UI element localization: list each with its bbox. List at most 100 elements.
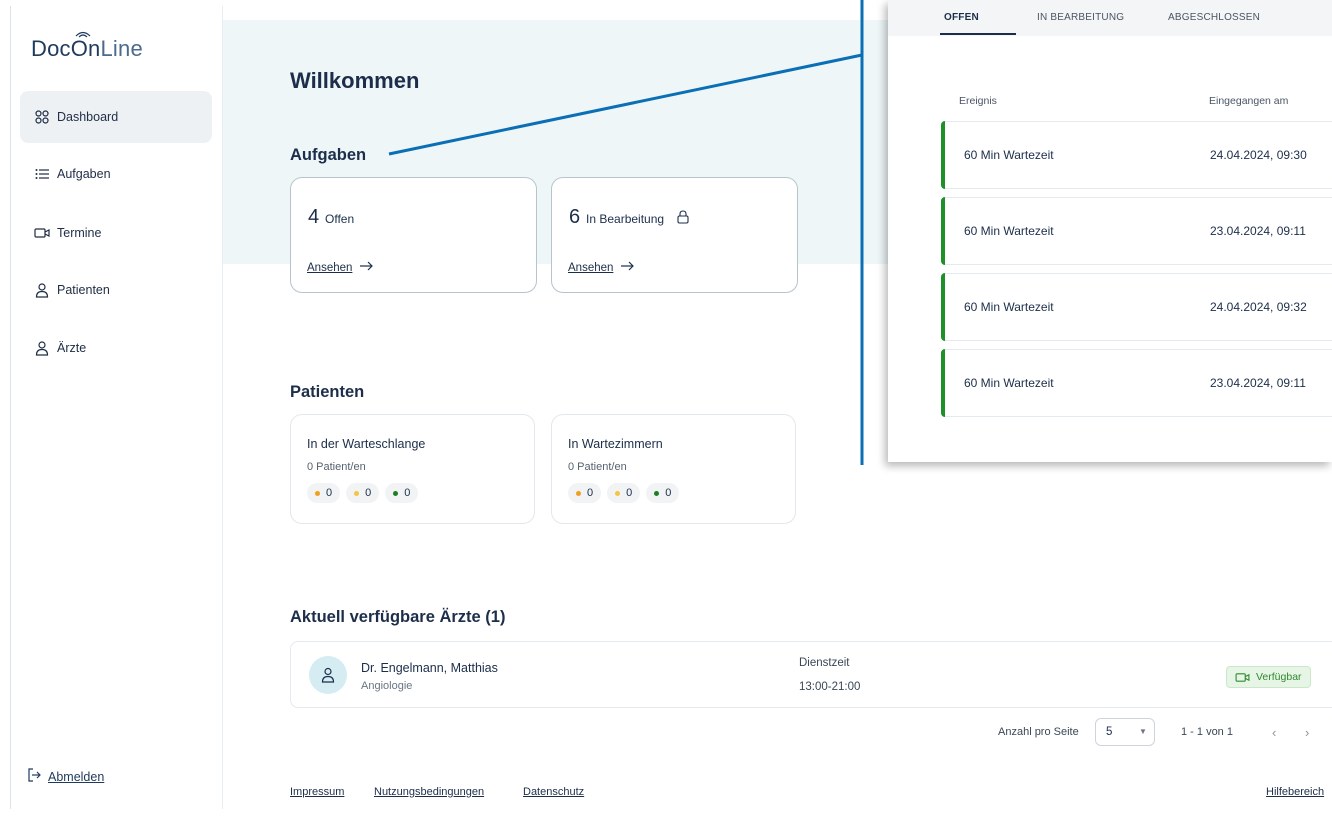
pill-count: 0 [365,487,372,499]
sidebar-item-label: Patienten [57,283,110,297]
footer-link-terms[interactable]: Nutzungsbedingungen [374,786,484,798]
overlay-tabs: OFFEN IN BEARBEITUNG ABGESCHLOSSEN [888,0,1332,36]
footer-link-privacy[interactable]: Datenschutz [523,786,584,798]
card-subtitle: 0 Patient/en [307,461,366,473]
received-cell: 24.04.2024, 09:30 [1210,148,1307,162]
status-dot [576,490,581,496]
sidebar-item-patienten[interactable]: Patienten [20,264,212,316]
task-label: In Bearbeitung [586,212,665,226]
active-tab-indicator [940,33,1016,35]
pill-count: 0 [404,487,411,499]
duty-time: 13:00-21:00 [799,681,861,693]
status-pill-green: 0 [646,483,680,503]
tasks-overlay-panel: OFFEN IN BEARBEITUNG ABGESCHLOSSEN Ereig… [888,0,1332,462]
sidebar-item-termine[interactable]: Termine [20,207,212,259]
person-icon [321,667,335,683]
footer-link-impressum[interactable]: Impressum [290,786,344,798]
page-title: Willkommen [290,68,420,93]
sidebar-item-label: Termine [57,226,102,240]
doctor-name: Dr. Engelmann, Matthias [361,661,498,675]
grid-icon [33,110,51,124]
status-indicator [941,197,945,265]
patients-heading: Patienten [290,383,365,401]
video-icon [1235,672,1250,683]
sidebar-item-aerzte[interactable]: Ärzte [20,322,212,374]
link-label: Ansehen [307,261,353,274]
logo-text-part2: Line [100,36,143,61]
wifi-icon [75,31,91,38]
prev-page-icon[interactable]: ‹ [1272,718,1276,746]
logo-text-part1: DocOn [31,36,101,61]
status-pills: 0 0 0 [568,483,680,503]
sidebar-item-dashboard[interactable]: Dashboard [20,91,212,143]
table-row[interactable]: 60 Min Wartezeit 24.04.2024, 09:30 [941,121,1332,189]
status-pill-green: 0 [385,483,419,503]
task-card-open[interactable]: 4 Offen Ansehen [290,177,537,293]
status-indicator [941,121,945,189]
doctor-specialty: Angiologie [361,680,413,692]
video-icon [33,227,51,239]
doctors-heading: Aktuell verfügbare Ärzte (1) [290,608,506,626]
logout-link[interactable]: Abmelden [27,768,104,785]
status-label: Verfügbar [1256,671,1302,683]
footer-link-help[interactable]: Hilfebereich [1266,786,1324,798]
sidebar: DocOnLine Dashboard Aufgaben Termine Pat… [10,6,223,809]
sidebar-item-label: Dashboard [57,110,119,124]
status-pill-orange: 0 [307,483,341,503]
card-title: In Wartezimmern [568,437,663,451]
table-row[interactable]: 60 Min Wartezeit 23.04.2024, 09:11 [941,349,1332,417]
per-page-select[interactable]: 5 ▼ [1095,718,1155,746]
event-cell: 60 Min Wartezeit [964,224,1054,238]
tasks-heading: Aufgaben [290,146,367,164]
person-icon [33,282,51,298]
patient-card-waiting-rooms[interactable]: In Wartezimmern 0 Patient/en 0 0 0 [551,414,796,524]
sidebar-item-label: Aufgaben [57,167,111,181]
pill-count: 0 [326,487,333,499]
status-pill-orange: 0 [568,483,602,503]
person-icon [33,340,51,356]
arrow-right-icon [621,261,635,274]
task-count: 4 [308,206,320,228]
task-label: Offen [325,212,355,226]
status-pill-yellow: 0 [607,483,641,503]
task-count: 6 [569,206,581,228]
avatar [309,656,347,694]
tab-in-bearbeitung[interactable]: IN BEARBEITUNG [1037,12,1124,23]
card-title: In der Warteschlange [307,437,426,451]
column-header-received: Eingegangen am [1209,95,1289,107]
tab-offen[interactable]: OFFEN [944,12,979,23]
received-cell: 23.04.2024, 09:11 [1210,224,1306,238]
event-cell: 60 Min Wartezeit [964,376,1054,390]
next-page-icon[interactable]: › [1305,718,1309,746]
caret-down-icon: ▼ [1139,727,1147,736]
pill-count: 0 [587,487,594,499]
view-open-tasks-link[interactable]: Ansehen [307,261,374,274]
app-logo[interactable]: DocOnLine [31,36,143,62]
event-cell: 60 Min Wartezeit [964,300,1054,314]
received-cell: 24.04.2024, 09:32 [1210,300,1307,314]
status-dot [315,490,320,496]
pill-count: 0 [665,487,672,499]
status-dot [354,490,360,496]
per-page-label: Anzahl pro Seite [998,726,1079,738]
doctor-row[interactable]: Dr. Engelmann, Matthias Angiologie Diens… [290,641,1332,708]
status-dot [615,490,621,496]
column-header-event: Ereignis [959,95,997,107]
tab-abgeschlossen[interactable]: ABGESCHLOSSEN [1168,12,1260,23]
arrow-right-icon [360,261,374,274]
task-card-in-progress[interactable]: 6 In Bearbeitung Ansehen [551,177,798,293]
duty-label: Dienstzeit [799,657,850,669]
list-icon [33,168,51,180]
status-pills: 0 0 0 [307,483,419,503]
received-cell: 23.04.2024, 09:11 [1210,376,1306,390]
sidebar-item-aufgaben[interactable]: Aufgaben [20,148,212,200]
table-row[interactable]: 60 Min Wartezeit 24.04.2024, 09:32 [941,273,1332,341]
event-cell: 60 Min Wartezeit [964,148,1054,162]
status-indicator [941,349,945,417]
view-in-progress-tasks-link[interactable]: Ansehen [568,261,635,274]
status-pill-yellow: 0 [346,483,380,503]
table-row[interactable]: 60 Min Wartezeit 23.04.2024, 09:11 [941,197,1332,265]
lock-icon [677,210,689,229]
link-label: Ansehen [568,261,614,274]
patient-card-queue[interactable]: In der Warteschlange 0 Patient/en 0 0 0 [290,414,535,524]
